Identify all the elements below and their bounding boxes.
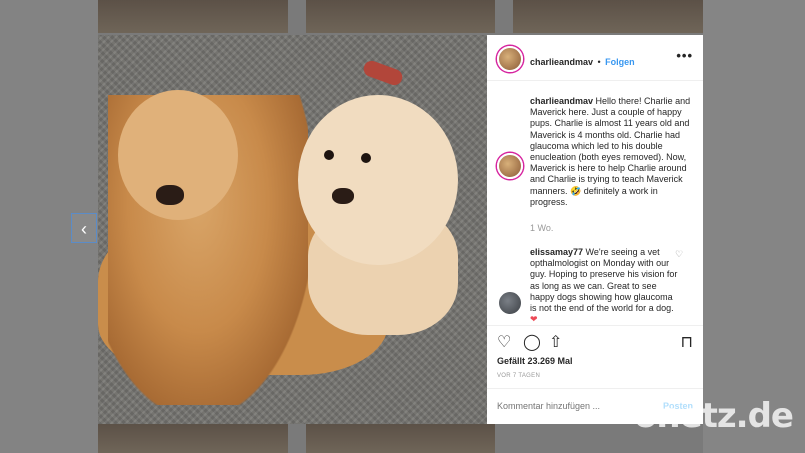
puppy-head	[298, 95, 458, 265]
caption-timestamp: 1 Wo.	[530, 223, 554, 233]
grid-thumbnail[interactable]	[306, 424, 495, 453]
separator-dot: •	[597, 57, 601, 67]
like-count[interactable]: Gefällt 23.269 Mal	[497, 356, 573, 366]
post-photo[interactable]	[98, 35, 487, 424]
share-icon[interactable]: ⇧	[549, 332, 562, 352]
comment-text-block: elissamay77 We're seeing a vet opthalmol…	[530, 247, 678, 325]
previous-post-chevron-icon[interactable]: ‹	[71, 213, 97, 243]
right-backdrop	[703, 0, 805, 453]
grid-thumbnail[interactable]	[98, 424, 288, 453]
comment-like-icon[interactable]: ♡	[675, 249, 683, 260]
post-header: charlieandmav • Folgen •••	[487, 35, 703, 81]
save-bookmark-icon[interactable]: ⊓	[681, 332, 693, 352]
username-link[interactable]: charlieandmav	[530, 57, 593, 67]
puppy-eye	[324, 150, 334, 160]
commenter-username[interactable]: elissamay77	[530, 247, 583, 257]
post-caption: charlieandmav Hello there! Charlie and M…	[530, 96, 695, 208]
caption-username[interactable]: charlieandmav	[530, 96, 593, 106]
post-age: VOR 7 TAGEN	[497, 373, 541, 379]
caption-avatar[interactable]	[497, 153, 523, 179]
follow-button[interactable]: Folgen	[605, 57, 635, 67]
commenter-avatar[interactable]	[497, 290, 523, 316]
puppy-nose	[332, 188, 354, 204]
red-heart-emoji: ❤	[530, 314, 538, 325]
puppy-eye	[361, 153, 371, 163]
more-options-icon[interactable]: •••	[676, 48, 693, 63]
caption-text: Hello there! Charlie and Maverick here. …	[530, 96, 691, 207]
grid-thumbnail[interactable]	[306, 0, 495, 33]
avatar[interactable]	[497, 46, 523, 72]
grid-thumbnail[interactable]	[513, 0, 703, 33]
grid-thumbnail[interactable]	[98, 0, 288, 33]
watermark-logo: onetz.de	[634, 396, 794, 436]
golden-retriever-nose	[156, 185, 184, 205]
post-side-panel: charlieandmav • Folgen ••• charlieandmav…	[487, 35, 703, 424]
header-user-line: charlieandmav • Folgen	[530, 52, 635, 70]
like-icon[interactable]: ♡	[497, 332, 511, 352]
comment-input[interactable]	[497, 401, 647, 411]
comment-icon[interactable]: ◯	[523, 332, 541, 352]
